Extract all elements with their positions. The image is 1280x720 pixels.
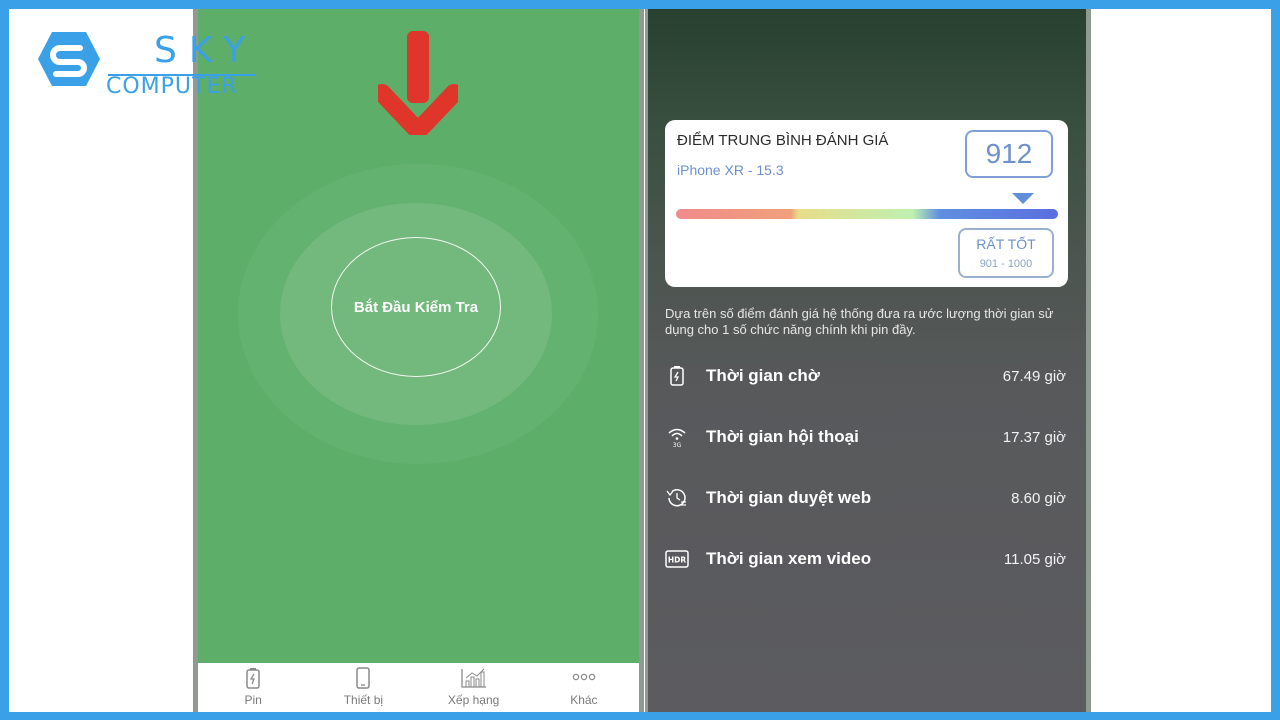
chart-icon [460,668,486,688]
estimate-description: Dựa trên số điểm đánh giá hệ thống đưa r… [665,306,1054,337]
start-test-label: Bắt Đầu Kiểm Tra [353,298,479,316]
more-icon [572,673,596,681]
stat-label: Thời gian xem video [706,549,872,568]
rating-label: RẤT TỐT [976,236,1036,252]
tab-ranking-label: Xếp hạng [447,693,500,707]
stat-value: 11.05 giờ [1003,550,1066,568]
score-pointer-icon [1012,193,1034,204]
svg-text:HDR: HDR [668,556,687,565]
phone-icon [356,667,371,689]
svg-text:3G: 3G [673,442,682,448]
tab-battery[interactable]: Pin [198,663,308,712]
down-arrow-icon [378,31,458,135]
tab-device-label: Thiết bị [343,693,384,707]
history-icon [666,489,686,507]
stat-value: 17.37 giờ [1002,428,1066,446]
left-phone-screen: Bắt Đầu Kiểm Tra Pin Thiết bị Xếp hạng K… [193,9,644,712]
stat-row-web: Thời gian duyệt web 8.60 giờ [665,483,1066,513]
tab-device[interactable]: Thiết bị [308,663,418,712]
bottom-tab-bar: Pin Thiết bị Xếp hạng Khác [198,663,639,712]
stat-label: Thời gian chờ [706,366,820,385]
score-badge: 912 [965,130,1053,178]
stat-row-standby: Thời gian chờ 67.49 giờ [665,361,1066,391]
average-score-card: ĐIỂM TRUNG BÌNH ĐÁNH GIÁ iPhone XR - 15.… [665,120,1068,287]
tab-battery-label: Pin [244,693,262,707]
battery-charge-icon [670,366,684,386]
tab-more[interactable]: Khác [529,663,639,712]
device-model: iPhone XR - 15.3 [677,162,784,178]
stat-row-video: HDR Thời gian xem video 11.05 giờ [665,544,1066,574]
stat-label: Thời gian hội thoại [706,427,859,446]
stat-label: Thời gian duyệt web [706,488,872,507]
stat-value: 67.49 giờ [1002,367,1066,385]
signal-3g-icon: 3G [668,428,686,448]
score-scale-bar [676,209,1058,219]
start-test-button[interactable]: Bắt Đầu Kiểm Tra [331,237,501,377]
right-phone-screen: ĐIỂM TRUNG BÌNH ĐÁNH GIÁ iPhone XR - 15.… [645,9,1091,712]
hdr-icon: HDR [665,550,689,568]
stat-value: 8.60 giờ [1011,489,1066,507]
logo-mark-icon [38,32,100,86]
rating-badge: RẤT TỐT 901 - 1000 [958,228,1054,278]
rating-range: 901 - 1000 [979,258,1033,270]
battery-icon [246,668,260,689]
tab-more-label: Khác [570,693,598,707]
card-title: ĐIỂM TRUNG BÌNH ĐÁNH GIÁ [677,132,889,149]
sky-computer-logo: SKY COMPUTER [36,30,256,100]
stat-row-talk: 3G Thời gian hội thoại 17.37 giờ [665,422,1066,452]
tab-ranking[interactable]: Xếp hạng [419,663,529,712]
score-value: 912 [985,138,1033,169]
